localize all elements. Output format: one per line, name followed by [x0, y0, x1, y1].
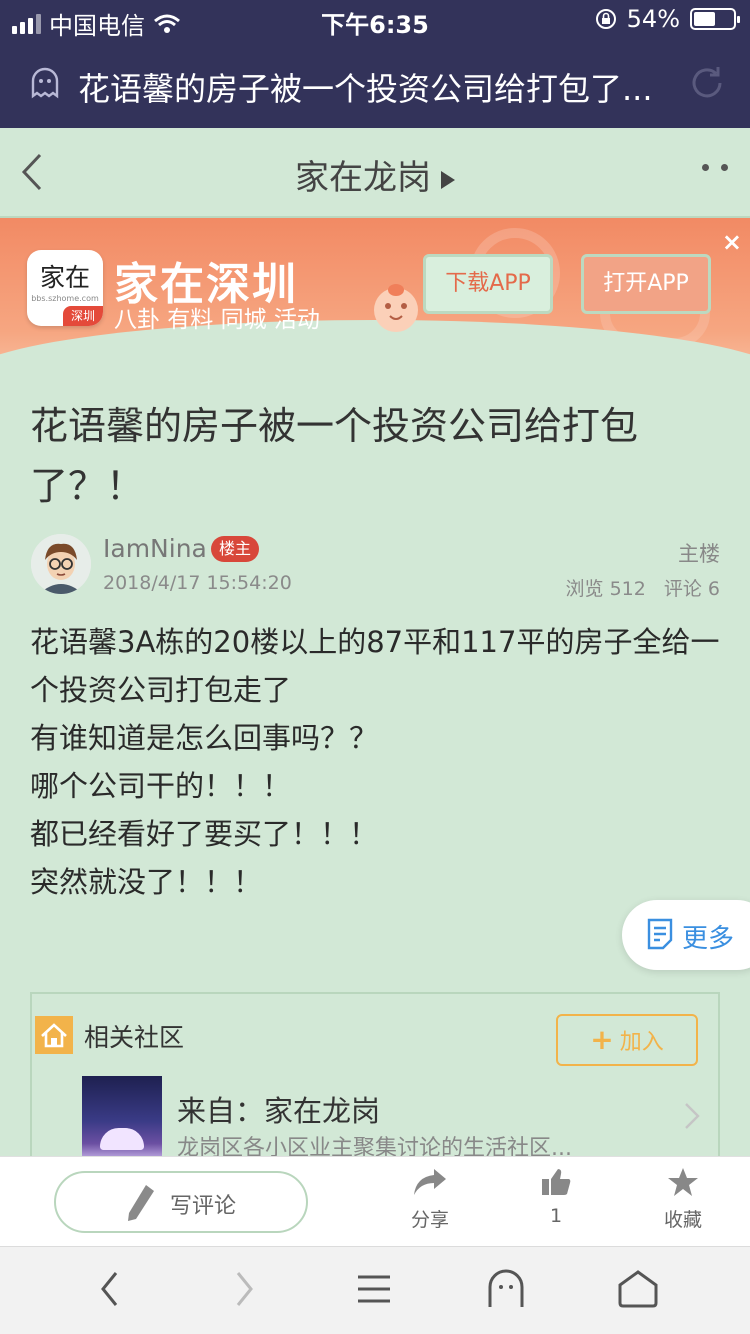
favorite-label: 收藏: [663, 1209, 702, 1231]
forum-title-button[interactable]: 家在龙岗: [0, 150, 750, 199]
open-app-button[interactable]: 打开APP: [581, 254, 711, 314]
status-bar: 中国电信 下午6:35 54%: [0, 0, 750, 40]
community-thumbnail[interactable]: [82, 1076, 162, 1166]
share-icon: [414, 1169, 446, 1195]
post-date: 2018/4/17 15:54:20: [103, 572, 292, 594]
join-button[interactable]: + 加入: [556, 1014, 698, 1066]
close-banner-icon[interactable]: ×: [722, 228, 742, 256]
op-badge: 楼主: [211, 536, 259, 562]
ghost-tab-icon[interactable]: [486, 1269, 526, 1309]
community-from[interactable]: 来自：家在龙岗: [177, 1088, 380, 1130]
post-body-line: 哪个公司干的！！！: [30, 769, 292, 803]
comments-count: 评论 6: [663, 578, 720, 600]
home-nav-icon[interactable]: [616, 1269, 660, 1309]
more-label: 更多: [682, 924, 735, 954]
post-body-line: 有谁知道是怎么回事吗？？: [30, 721, 379, 755]
floor-label: 主楼: [678, 542, 720, 566]
page-nav-bar: 家在龙岗: [0, 128, 750, 218]
home-icon: [35, 1016, 73, 1054]
star-icon: [668, 1168, 698, 1196]
thumbs-up-icon: [542, 1169, 571, 1195]
rotation-lock-icon: [595, 9, 616, 29]
reload-icon[interactable]: [688, 64, 726, 102]
like-count: 1: [549, 1205, 563, 1227]
app-logo: 家在 bbs.szhome.com 深圳: [27, 250, 103, 326]
community-section-title: 相关社区: [84, 1023, 185, 1052]
browser-back-icon[interactable]: [98, 1269, 122, 1309]
battery-icon: [690, 8, 740, 30]
forum-title: 家在龙岗: [295, 158, 431, 198]
battery-percent: 54%: [626, 5, 680, 33]
like-button[interactable]: 1: [516, 1167, 596, 1227]
post-body-line: 花语馨3A栋的20楼以上的87平和117平的房子全给一个投资公司打包走了: [30, 625, 720, 707]
write-comment-button[interactable]: 写评论: [54, 1171, 308, 1233]
post-body-line: 突然就没了！！！: [30, 865, 263, 899]
chevron-right-icon[interactable]: [684, 1102, 700, 1130]
favorite-button[interactable]: 收藏: [643, 1167, 723, 1232]
post-title: 花语馨的房子被一个投资公司给打包了？！: [30, 404, 639, 508]
more-button[interactable]: 更多: [622, 900, 750, 970]
write-comment-label: 写评论: [170, 1194, 237, 1219]
share-label: 分享: [410, 1209, 449, 1231]
pen-icon: [128, 1185, 154, 1221]
avatar[interactable]: [31, 534, 91, 594]
play-triangle-icon: [441, 170, 455, 189]
download-app-button[interactable]: 下载APP: [423, 254, 553, 314]
mascot-icon: [374, 284, 418, 332]
more-options-icon[interactable]: [702, 164, 728, 171]
related-community-card: 相关社区 + 加入 来自：家在龙岗 龙岗区各小区业主聚集讨论的生活社区...: [30, 992, 720, 1182]
browser-page-title: 花语馨的房子被一个投资公司给打包了...: [78, 70, 653, 108]
post-body: 花语馨3A栋的20楼以上的87平和117平的房子全给一个投资公司打包走了 有谁知…: [30, 618, 720, 906]
app-download-banner: 家在 bbs.szhome.com 深圳 家在深圳 八卦 有料 同城 活动 下载…: [0, 218, 750, 380]
user-avatar-icon: [31, 534, 91, 594]
author-name[interactable]: IamNina: [103, 534, 207, 563]
browser-title-bar: 花语馨的房子被一个投资公司给打包了...: [0, 40, 750, 128]
menu-icon[interactable]: [356, 1269, 392, 1309]
join-label: 加入: [619, 1030, 664, 1055]
document-icon: [647, 918, 673, 950]
browser-nav-bar: [0, 1246, 750, 1334]
post-body-line: 都已经看好了要买了！！！: [30, 817, 379, 851]
browser-forward-icon[interactable]: [232, 1269, 256, 1309]
share-button[interactable]: 分享: [390, 1167, 470, 1232]
browser-ghost-icon: [31, 67, 59, 99]
post-stats: 浏览 512 评论 6: [548, 574, 720, 601]
app-tagline: 八卦 有料 同城 活动: [114, 307, 320, 333]
views-count: 浏览 512: [565, 578, 646, 600]
post-action-bar: 写评论 分享 1 收藏: [0, 1156, 750, 1246]
